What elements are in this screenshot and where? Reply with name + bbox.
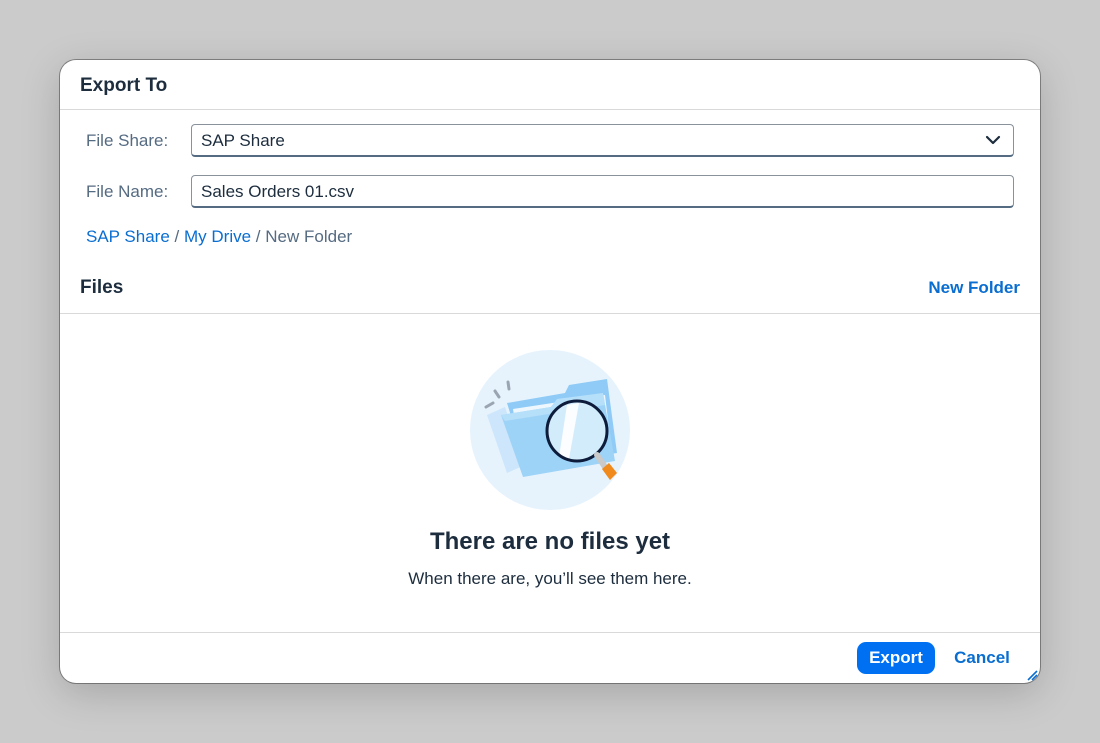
empty-folder-search-illustration — [470, 350, 630, 510]
export-button[interactable]: Export — [857, 642, 935, 674]
files-title: Files — [80, 277, 124, 298]
file-share-select[interactable]: SAP Share — [191, 124, 1014, 157]
breadcrumb-item-sap-share[interactable]: SAP Share — [86, 227, 170, 246]
file-name-row: File Name: Sales Orders 01.csv — [86, 175, 1014, 208]
breadcrumb-separator: / — [255, 227, 261, 246]
breadcrumb-item-current: New Folder — [265, 227, 353, 246]
dialog-title: Export To — [80, 75, 168, 96]
empty-state-title: There are no files yet — [429, 528, 671, 555]
export-dialog: Export To File Share: SAP Share File Nam… — [60, 60, 1040, 683]
file-share-row: File Share: SAP Share — [86, 124, 1014, 157]
breadcrumb-separator: / — [174, 227, 180, 246]
file-name-label: File Name: — [86, 182, 169, 201]
files-toolbar: Files New Folder — [60, 263, 1040, 314]
new-folder-button[interactable]: New Folder — [928, 278, 1020, 298]
file-share-value: SAP Share — [201, 131, 285, 150]
file-share-label: File Share: — [86, 131, 169, 150]
breadcrumb: SAP Share / My Drive / New Folder — [86, 227, 352, 247]
resize-grip-icon[interactable] — [1026, 669, 1038, 681]
dialog-header: Export To — [60, 60, 1040, 110]
file-name-input[interactable]: Sales Orders 01.csv — [191, 175, 1014, 208]
cancel-button[interactable]: Cancel — [944, 642, 1020, 674]
dialog-footer: Export Cancel — [60, 632, 1040, 683]
chevron-down-icon[interactable] — [985, 133, 1001, 147]
file-name-value: Sales Orders 01.csv — [201, 182, 355, 201]
empty-state-subtitle: When there are, you’ll see them here. — [408, 569, 692, 588]
breadcrumb-item-my-drive[interactable]: My Drive — [184, 227, 251, 246]
